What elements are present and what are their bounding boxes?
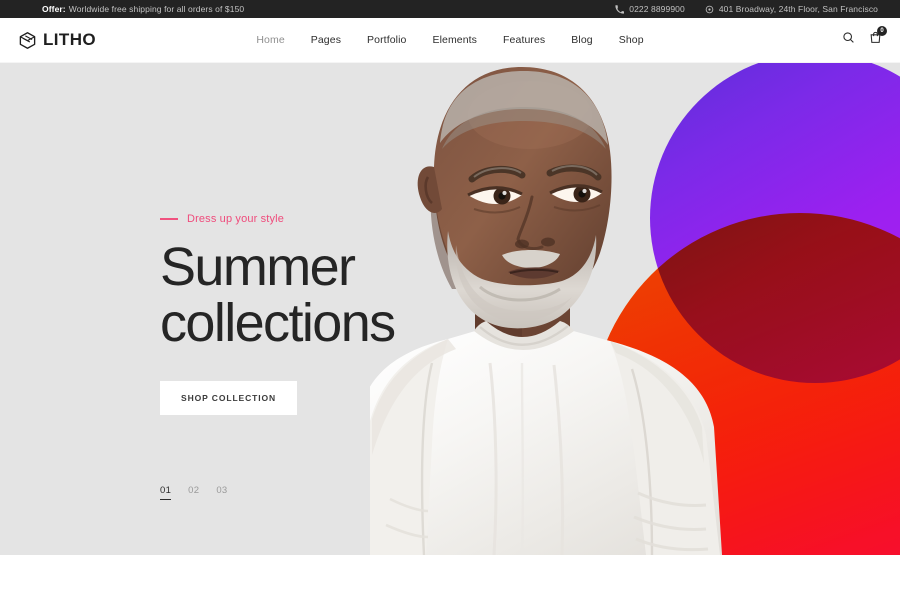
hero-title: Summer collections: [160, 237, 396, 354]
phone-number: 0222 8899900: [629, 4, 685, 14]
header-actions: 0: [842, 26, 887, 49]
offer-message: Offer: Worldwide free shipping for all o…: [42, 4, 244, 14]
hero-slider: Dress up your style Summer collections S…: [0, 63, 900, 555]
address-item[interactable]: 401 Broadway, 24th Floor, San Francisco: [705, 4, 878, 14]
offer-text: Worldwide free shipping for all orders o…: [68, 4, 245, 14]
slide-indicator-03[interactable]: 03: [216, 485, 227, 500]
logo[interactable]: LITHO: [18, 30, 96, 50]
site-header: LITHO Home Pages Portfolio Elements Feat…: [0, 18, 900, 63]
phone-link[interactable]: 0222 8899900: [615, 4, 685, 14]
nav-item-blog[interactable]: Blog: [571, 34, 592, 46]
shop-collection-button[interactable]: SHOP COLLECTION: [160, 381, 298, 416]
map-pin-icon: [705, 5, 714, 14]
topbar-contact-group: 0222 8899900 401 Broadway, 24th Floor, S…: [615, 4, 878, 14]
main-nav: Home Pages Portfolio Elements Features B…: [0, 34, 900, 46]
nav-item-shop[interactable]: Shop: [619, 34, 644, 46]
nav-item-pages[interactable]: Pages: [311, 34, 341, 46]
cart-count-badge: 0: [877, 26, 887, 36]
nav-item-portfolio[interactable]: Portfolio: [367, 34, 406, 46]
nav-item-features[interactable]: Features: [503, 34, 545, 46]
phone-icon: [615, 4, 625, 14]
hero-content: Dress up your style Summer collections S…: [160, 213, 490, 416]
offer-label: Offer:: [42, 4, 66, 14]
page-body-below-hero: [0, 555, 900, 600]
hero-eyebrow-text: Dress up your style: [187, 213, 284, 225]
cart-button[interactable]: 0: [869, 26, 887, 49]
slider-pagination: 01 02 03: [160, 485, 228, 500]
nav-item-home[interactable]: Home: [256, 34, 284, 46]
slide-indicator-01[interactable]: 01: [160, 485, 172, 500]
address-text: 401 Broadway, 24th Floor, San Francisco: [718, 4, 878, 14]
announcement-bar: Offer: Worldwide free shipping for all o…: [0, 0, 900, 18]
search-icon: [842, 31, 855, 49]
search-button[interactable]: [842, 31, 855, 49]
eyebrow-dash-icon: [160, 218, 178, 220]
page-root: Offer: Worldwide free shipping for all o…: [0, 0, 900, 600]
slide-indicator-02[interactable]: 02: [188, 485, 199, 500]
logo-text: LITHO: [43, 30, 96, 49]
litho-cube-icon: [18, 31, 37, 50]
hero-eyebrow: Dress up your style: [160, 213, 490, 225]
nav-item-elements[interactable]: Elements: [432, 34, 477, 46]
